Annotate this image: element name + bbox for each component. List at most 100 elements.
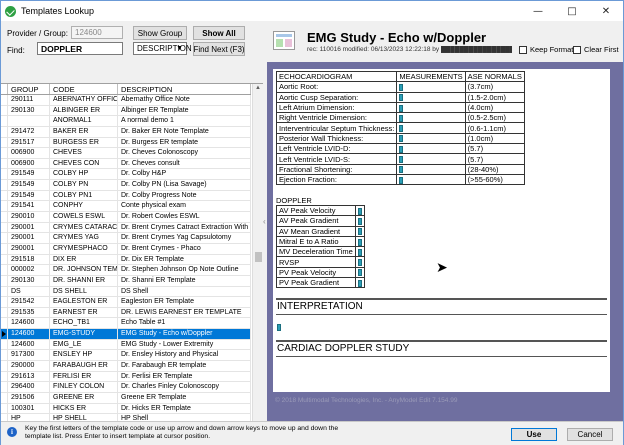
field-marker[interactable] [399, 125, 404, 133]
field-marker[interactable] [357, 217, 362, 225]
cancel-button[interactable]: Cancel [567, 428, 613, 441]
table-row[interactable]: 290001 CRYMES YAG Dr. Brent Crymes Yag Cap… [1, 233, 251, 244]
maximize-button[interactable]: □ [555, 1, 589, 21]
grid-header-code[interactable]: CODE [50, 84, 118, 94]
field-marker[interactable] [357, 259, 362, 267]
find-next-button[interactable]: Find Next (F3) [193, 42, 245, 56]
row-code: CHEVES CON [50, 158, 118, 169]
doppler-value-field[interactable] [354, 215, 365, 227]
table-row[interactable]: 290111 ABERNATHY OFFICE Abernathy Office N… [1, 95, 251, 106]
table-row[interactable]: 000002DR. JOHNSON TEMPLADr. Stephen John… [1, 265, 251, 276]
table-row[interactable]: 296400 FINLEY COLON Dr. Charles Finley Col… [1, 382, 251, 393]
table-row[interactable]: 291535 EARNEST ER DR. LEWIS EARNEST ER TEM… [1, 307, 251, 319]
field-marker[interactable] [357, 279, 362, 287]
field-marker[interactable] [399, 83, 404, 91]
echo-measurement-field[interactable] [396, 122, 466, 134]
field-marker[interactable] [399, 135, 404, 143]
table-row[interactable]: 291549 COLBY HP Dr. Colby H&P [1, 169, 251, 181]
echo-measurement-field[interactable] [396, 81, 466, 93]
use-button[interactable]: Use [511, 428, 557, 441]
echo-measurement-field[interactable] [396, 132, 466, 145]
row-description: Dr. Farabaugh ER template [118, 361, 251, 371]
echo-measurement-field[interactable] [396, 112, 466, 124]
keep-format-checkbox[interactable]: Keep Format [519, 45, 573, 54]
grid-scrollbar[interactable]: ▲ ▼ [252, 84, 263, 441]
echo-row-label: Aortic Cusp Separation: [275, 91, 398, 103]
table-row[interactable]: 100301 HICKS ER Dr. Hicks ER Template [1, 403, 251, 415]
scroll-thumb[interactable] [255, 252, 262, 262]
show-group-button[interactable]: Show Group [133, 26, 187, 40]
template-document[interactable]: ECHOCARDIOGRAM MEASUREMENTS ASE NORMALS … [273, 69, 610, 392]
doppler-row: MV Deceleration Time [276, 246, 365, 258]
grid-header-group[interactable]: GROUP [8, 84, 50, 94]
field-marker[interactable] [399, 166, 404, 174]
table-row[interactable]: 290001 CRYMES CATARACT Dr. Brent Crymes Ca… [1, 222, 251, 234]
row-description: Dr. Brent Crymes Catract Extraction With… [118, 222, 251, 233]
table-row[interactable]: 291613 FERLISI ER Dr. Ferlisi ER Template [1, 371, 251, 383]
table-row[interactable]: 291472 BAKER ER Dr. Baker ER Note Template [1, 126, 251, 138]
table-row[interactable]: 006900 CHEVES CON Dr. Cheves consult [1, 158, 251, 170]
row-code: BAKER ER [50, 126, 118, 137]
keep-format-box[interactable] [519, 45, 527, 54]
search-field-select[interactable]: DESCRIPTION ▼ [133, 42, 192, 55]
table-row[interactable]: 291517 BURGESS ER Dr. Burgess ER template [1, 137, 251, 149]
field-marker[interactable] [357, 228, 362, 236]
table-row[interactable]: 291549 COLBY PN Dr. Colby PN (Lisa Savage) [1, 180, 251, 191]
table-row[interactable]: 124600 EMG_LE EMG Study - Lower Extremity [1, 339, 251, 351]
table-row[interactable]: 290001 CRYMESPHACO Dr. Brent Crymes - Phac… [1, 243, 251, 255]
echo-measurement-field[interactable] [396, 143, 466, 155]
table-row[interactable]: 006900 CHEVES Dr. Cheves Colonoscopy [1, 148, 251, 159]
table-row[interactable]: 291542 EAGLESTON ER Eagleston ER Template [1, 297, 251, 308]
clear-first-box[interactable] [573, 45, 581, 54]
interpretation-field-marker[interactable] [277, 323, 281, 332]
grid-header-description[interactable]: DESCRIPTION [118, 84, 251, 94]
field-marker[interactable] [399, 94, 404, 102]
doppler-value-field[interactable] [354, 246, 365, 258]
field-marker[interactable] [357, 248, 362, 256]
echo-measurement-field[interactable] [396, 163, 466, 175]
field-marker[interactable] [399, 114, 404, 122]
doppler-value-field[interactable] [354, 256, 365, 268]
table-row[interactable]: 291549 COLBY PN1 Dr. Colby Progress Note [1, 190, 251, 202]
field-marker[interactable] [399, 145, 404, 153]
table-row[interactable]: 124600 ECHO_TB1 Echo Table #1 [1, 318, 251, 330]
show-all-button[interactable]: Show All [193, 26, 245, 40]
table-row[interactable]: 291506 GREENE ER Greene ER Template [1, 392, 251, 404]
doppler-value-field[interactable] [354, 204, 365, 217]
row-code: CHEVES [50, 148, 118, 158]
doppler-row: Mitral E to A Ratio [276, 235, 365, 248]
scroll-up-icon[interactable]: ▲ [255, 85, 261, 91]
clear-first-checkbox[interactable]: Clear First [573, 45, 619, 54]
row-code: EMG_LE [50, 339, 118, 350]
doppler-value-field[interactable] [354, 266, 365, 279]
field-marker[interactable] [399, 176, 404, 184]
table-row[interactable]: 290130 ALBINGER ER Albinger ER Template [1, 105, 251, 117]
minimize-button[interactable]: — [521, 1, 555, 21]
field-marker[interactable] [357, 269, 362, 277]
table-row[interactable]: 290000 FARABAUGH ER Dr. Farabaugh ER templ… [1, 361, 251, 372]
echo-measurement-field[interactable] [396, 153, 466, 165]
echo-measurement-field[interactable] [396, 101, 466, 114]
table-row[interactable]: 290130 DR. SHANNI ER Dr. Shanni ER Templat… [1, 275, 251, 287]
table-row[interactable]: 291518 DIX ER Dr. Dix ER Template [1, 254, 251, 266]
table-row[interactable]: 291541 CONPHY Conte physical exam [1, 201, 251, 213]
close-button[interactable]: ✕ [589, 1, 623, 21]
table-row[interactable]: 290010 COWELS ESWL Dr. Robert Cowles ESWL [1, 212, 251, 223]
doppler-value-field[interactable] [354, 235, 365, 248]
echo-measurement-field[interactable] [396, 173, 466, 186]
doppler-value-field[interactable] [354, 225, 365, 237]
doppler-value-field[interactable] [354, 277, 365, 289]
field-marker[interactable] [357, 207, 362, 215]
table-row-selected[interactable]: 124600 EMG-STUDY EMG Study - Echo w/Dopple… [1, 329, 251, 340]
provider-group-input[interactable]: 124600 [71, 26, 123, 39]
table-row[interactable]: ANORMAL1 A normal demo 1 [1, 116, 251, 127]
find-input[interactable]: DOPPLER [37, 42, 123, 55]
echo-measurement-field[interactable] [396, 91, 466, 103]
field-marker[interactable] [357, 238, 362, 246]
field-marker[interactable] [399, 156, 404, 164]
field-marker[interactable] [399, 104, 404, 112]
table-row[interactable]: 917300 ENSLEY HP Dr. Ensley History and Ph… [1, 350, 251, 362]
doppler-row-label: PV Peak Gradient [276, 277, 356, 289]
table-row[interactable]: DS DS SHELL DS Shell [1, 286, 251, 298]
row-code: CRYMESPHACO [50, 243, 118, 254]
